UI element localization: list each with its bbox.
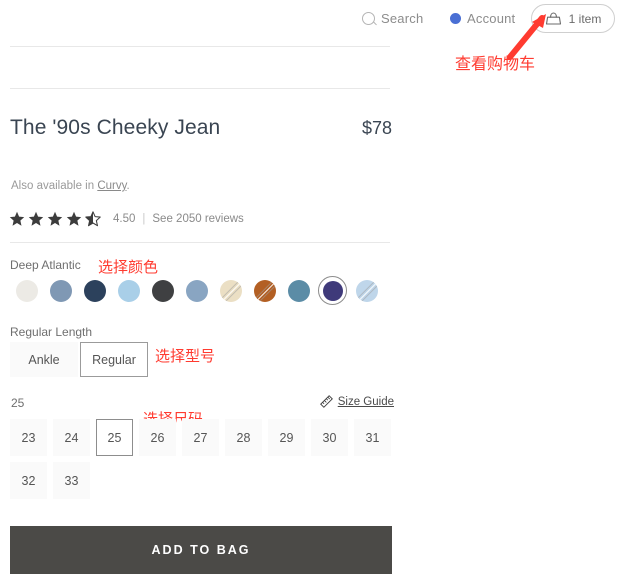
annotation-color-text: 选择颜色 (98, 258, 159, 276)
divider-top (10, 46, 390, 47)
size-option-33[interactable]: 33 (53, 462, 90, 499)
size-option-28[interactable]: 28 (225, 419, 262, 456)
size-guide-label: Size Guide (337, 395, 394, 408)
color-swatch-charcoal[interactable] (148, 276, 177, 305)
page-title: The '90s Cheeky Jean (10, 116, 221, 139)
color-swatch-dot (151, 279, 174, 302)
size-option-29[interactable]: 29 (268, 419, 305, 456)
color-swatch-dot (83, 279, 106, 302)
star-full-icon (9, 211, 25, 226)
rating-value: 4.50 (113, 213, 136, 225)
color-swatch-dark-navy[interactable] (80, 276, 109, 305)
search-button[interactable]: Search (362, 11, 423, 26)
ruler-icon (319, 395, 333, 408)
color-swatch-dot (355, 279, 378, 302)
length-option-list: Ankle Regular (10, 342, 148, 377)
color-swatch-dot (253, 279, 276, 302)
rating-row: 4.50 | See 2050 reviews (9, 211, 244, 227)
color-swatch-dot (49, 279, 72, 302)
account-label: Account (467, 11, 516, 26)
size-option-32[interactable]: 32 (10, 462, 47, 499)
also-available-line: Also available in Curvy. (11, 180, 130, 192)
color-swatch-dusty-blue[interactable] (182, 276, 211, 305)
account-dot-icon (450, 13, 461, 24)
divider-rating-bottom (10, 242, 390, 243)
star-full-icon (28, 211, 44, 226)
annotation-cart-text: 查看购物车 (455, 54, 536, 73)
cart-button[interactable]: 1 item (531, 4, 615, 33)
star-rating[interactable] (9, 211, 101, 227)
divider-header-bottom (10, 88, 390, 89)
product-price: $78 (361, 118, 392, 138)
color-swatch-cream[interactable] (216, 276, 245, 305)
selected-size-label: 25 (11, 396, 25, 410)
color-swatch-dot (117, 279, 140, 302)
star-half-icon (85, 211, 101, 227)
star-full-icon (47, 211, 63, 226)
size-option-26[interactable]: 26 (139, 419, 176, 456)
color-swatch-deep-atlantic[interactable] (318, 276, 347, 305)
length-option-regular[interactable]: Regular (80, 342, 148, 377)
color-swatch-dot (322, 280, 343, 301)
also-available-suffix: . (126, 180, 130, 192)
size-option-23[interactable]: 23 (10, 419, 47, 456)
color-swatch-off-white[interactable] (12, 276, 41, 305)
selected-length-label: Regular Length (10, 325, 93, 339)
annotation-length-text: 选择型号 (155, 347, 216, 365)
product-title-row: The '90s Cheeky Jean $78 (10, 116, 392, 140)
star-full-icon (66, 211, 82, 226)
add-to-bag-button[interactable]: ADD TO BAG (10, 526, 392, 574)
curvy-link[interactable]: Curvy (97, 180, 126, 192)
color-swatch-dot (219, 279, 242, 302)
size-option-31[interactable]: 31 (354, 419, 391, 456)
see-reviews-link[interactable]: See 2050 reviews (152, 213, 243, 225)
size-option-grid: 23 24 25 26 27 28 29 30 31 32 33 (10, 419, 400, 499)
color-swatch-teal-blue[interactable] (284, 276, 313, 305)
site-header: Search Account 1 item (0, 0, 622, 38)
shopping-bag-icon (545, 12, 561, 25)
size-option-30[interactable]: 30 (311, 419, 348, 456)
search-label: Search (381, 11, 424, 26)
color-swatch-dot (15, 279, 38, 302)
color-swatch-rust[interactable] (250, 276, 279, 305)
length-option-ankle[interactable]: Ankle (10, 342, 78, 377)
search-icon (362, 12, 375, 25)
cart-count-label: 1 item (568, 11, 602, 26)
size-option-25[interactable]: 25 (96, 419, 133, 456)
color-swatch-light-blue[interactable] (114, 276, 143, 305)
color-swatch-dot (185, 279, 208, 302)
account-button[interactable]: Account (450, 11, 515, 26)
also-available-prefix: Also available in (11, 180, 98, 192)
size-option-24[interactable]: 24 (53, 419, 90, 456)
color-swatch-steel-blue[interactable] (46, 276, 75, 305)
rating-separator: | (142, 213, 146, 225)
selected-color-name: Deep Atlantic (10, 258, 81, 272)
color-swatch-dot (287, 279, 310, 302)
color-swatch-list (12, 276, 381, 305)
size-guide-link[interactable]: Size Guide (319, 395, 394, 408)
size-option-27[interactable]: 27 (182, 419, 219, 456)
color-swatch-pale-blue[interactable] (352, 276, 381, 305)
